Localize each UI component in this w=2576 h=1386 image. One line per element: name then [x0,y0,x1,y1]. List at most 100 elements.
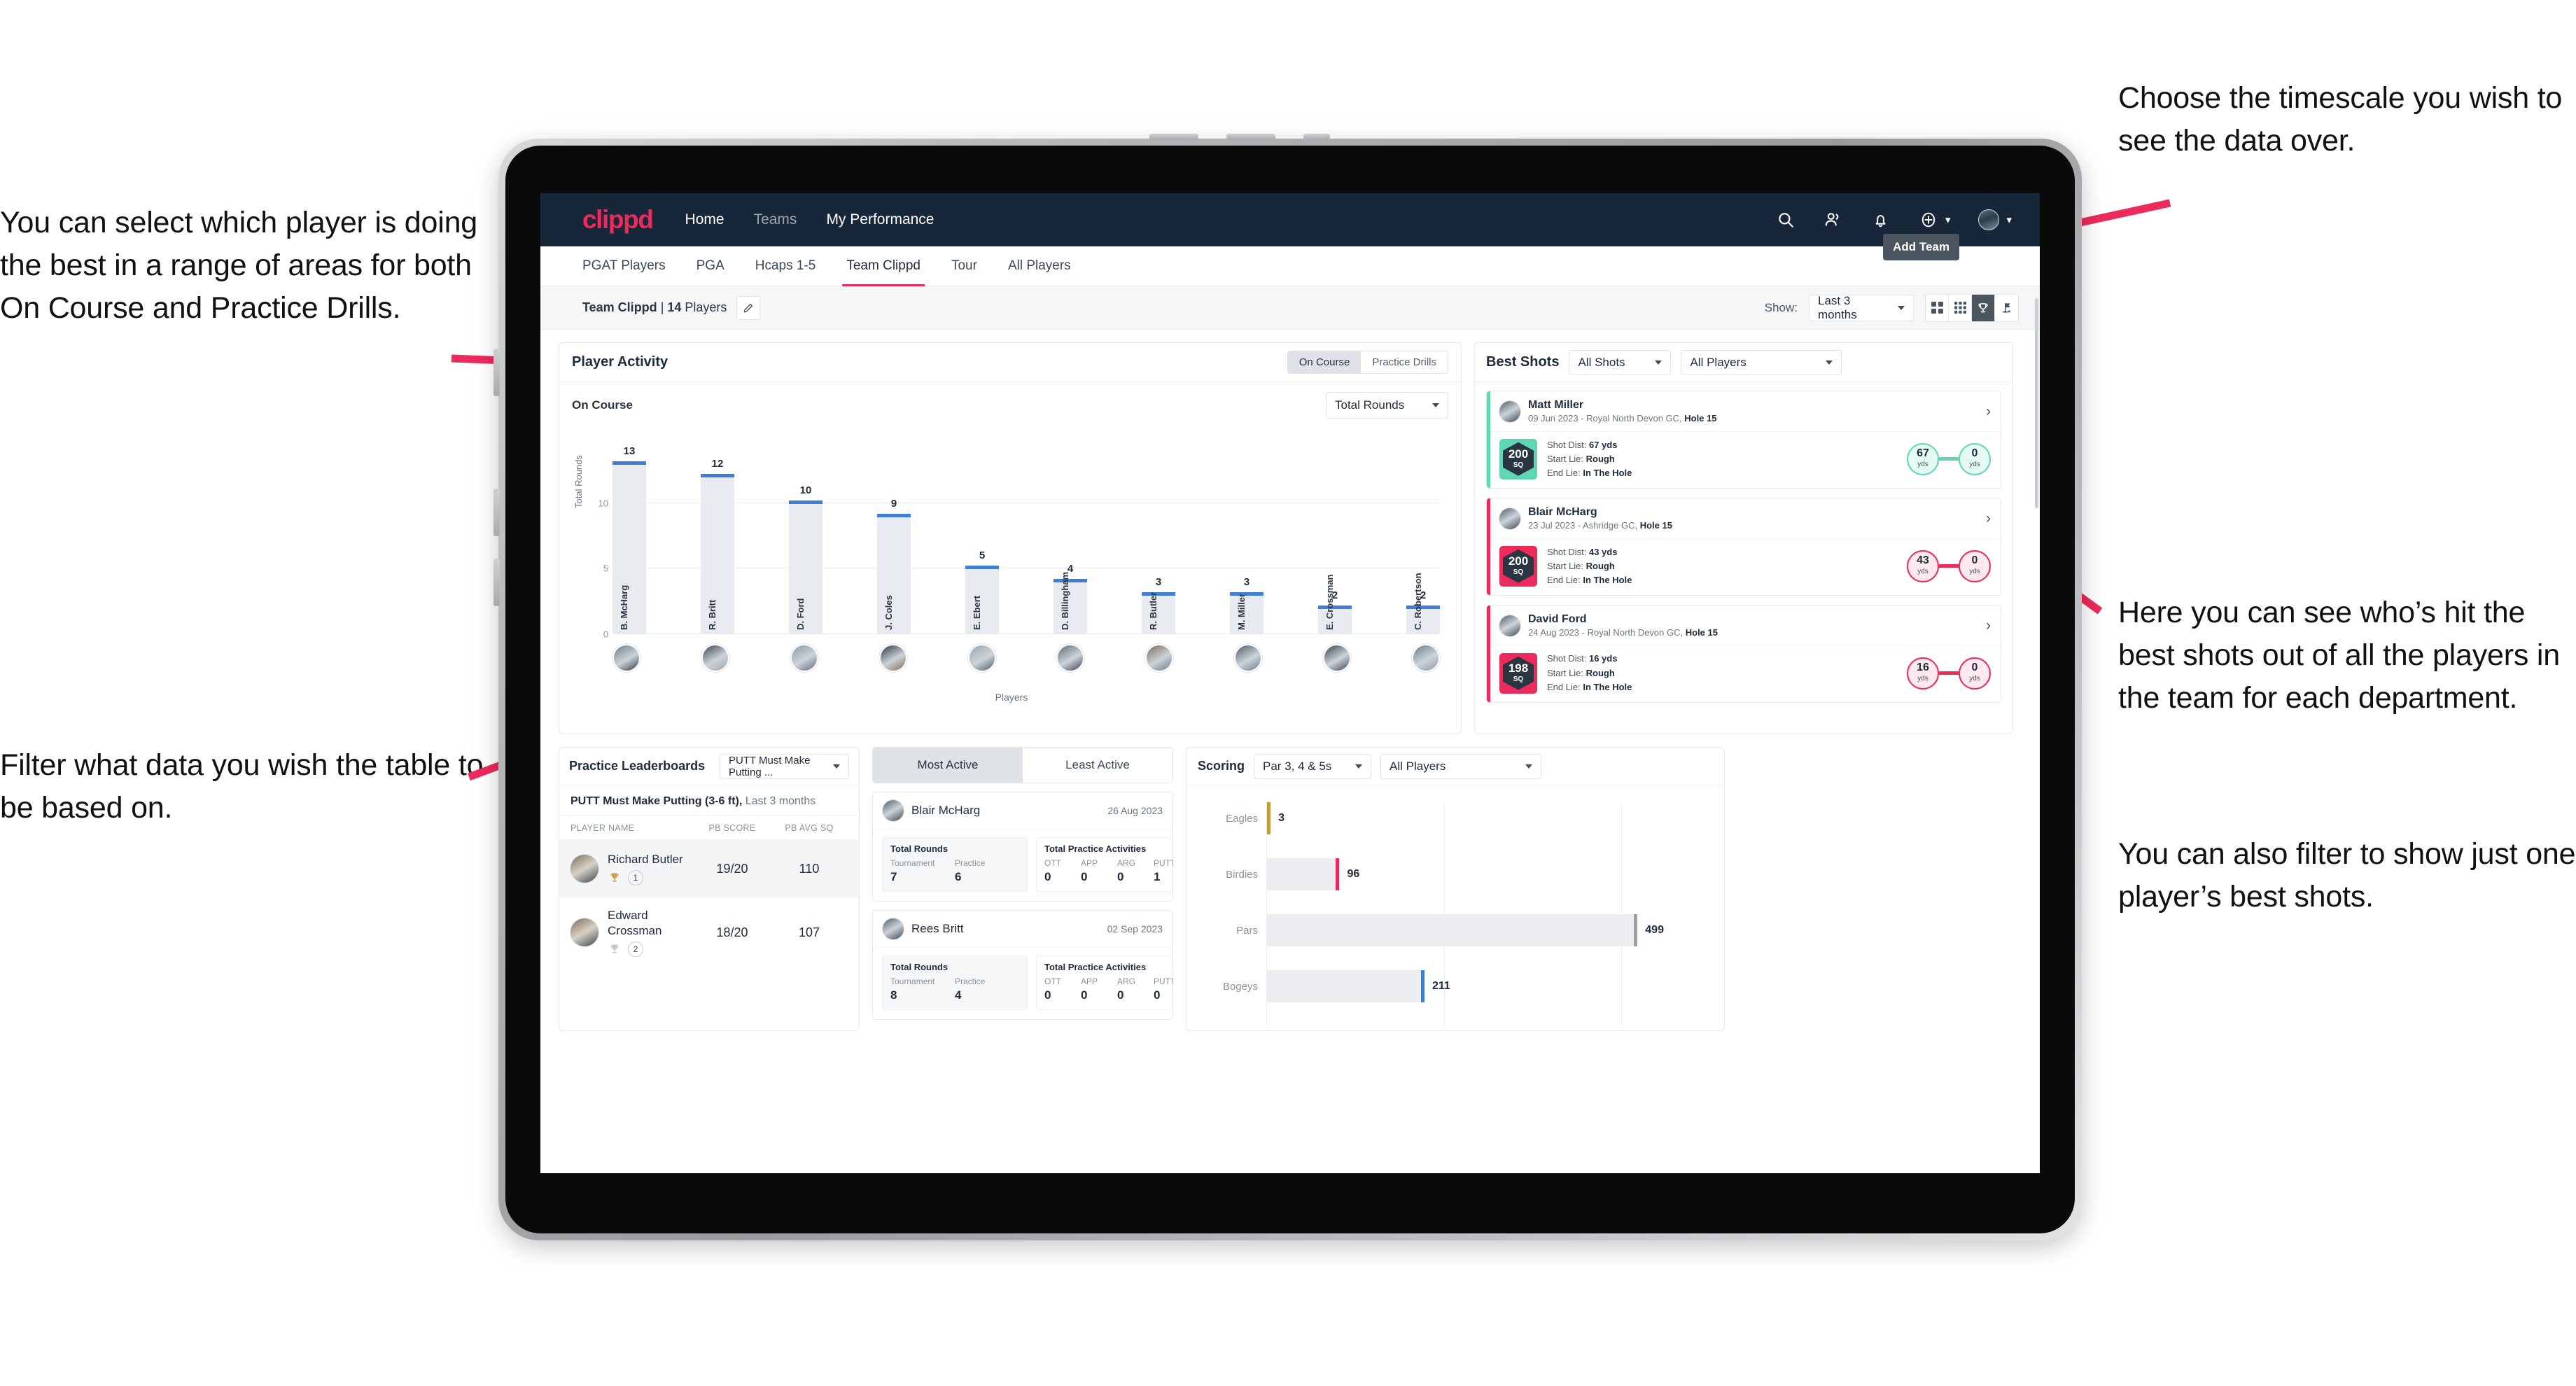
activity-item[interactable]: Rees Britt 02 Sep 2023 Total Rounds Tournam… [872,910,1173,1020]
scoring-rows: Eagles 3 Birdies 96 Pars 499 Bogeys 211 [1223,802,1710,1026]
timescale-select[interactable]: Last 3 months [1809,294,1914,321]
chart-bar[interactable] [701,474,734,634]
best-shot-body: 200 SQ Shot Dist: 43 yds Start Lie: Rough En… [1487,538,2001,595]
people-icon[interactable] [1823,210,1843,230]
practice-stat: PUTT 1 [1154,858,1173,883]
chevron-right-icon[interactable]: › [1986,618,1991,633]
chart-bar[interactable] [1318,605,1352,634]
tab-tour[interactable]: Tour [951,246,977,286]
scoring-row[interactable]: Birdies 96 [1226,858,1359,890]
player-avatar[interactable] [1234,644,1263,672]
chart-bar-column[interactable]: 5 E. Ebert [965,451,999,634]
chart-bar[interactable] [612,461,646,634]
grid-2x2-icon[interactable] [1926,294,1949,321]
start-lie-label: Start Lie: [1547,560,1586,571]
chart-bar[interactable] [1406,605,1440,634]
table-row[interactable]: Richard Butler 1 19/20 110 [559,839,859,898]
scoring-par-filter[interactable]: Par 3, 4 & 5s [1254,753,1372,779]
chart-bar-column[interactable]: 3 M. Miller [1230,451,1264,634]
vertical-scrollbar[interactable] [2035,298,2038,508]
player-avatar [883,800,904,821]
golf-flag-icon[interactable] [1995,295,2018,321]
tab-hcaps-1-5[interactable]: Hcaps 1-5 [755,246,816,286]
chart-bar-value: 9 [890,497,897,510]
drill-select[interactable]: PUTT Must Make Putting ... [720,753,849,779]
chart-bar-label: E. Crossman [1324,574,1335,630]
player-avatar[interactable] [1145,644,1174,672]
player-avatar[interactable] [790,644,818,672]
trophy-icon[interactable] [1972,294,1995,321]
chart-bar[interactable] [1230,592,1264,634]
player-avatar[interactable] [967,644,996,672]
best-shots-player-filter[interactable]: All Players [1681,349,1842,375]
metric-select[interactable]: Total Rounds [1326,392,1448,419]
best-shot-score-badge: 198 SQ [1499,652,1537,694]
best-shot-card[interactable]: David Ford 24 Aug 2023 - Royal North Devo… [1486,604,2001,703]
practice-stat: ARG 0 [1117,976,1136,1002]
tab-most-active[interactable]: Most Active [873,748,1023,783]
chart-bar-column[interactable]: 13 B. McHarg [612,445,646,634]
chevron-right-icon[interactable]: › [1986,511,1991,526]
tab-pgat-players[interactable]: PGAT Players [582,246,666,286]
pencil-icon[interactable] [736,295,761,320]
plus-circle-icon[interactable] [1919,210,1938,230]
chart-bar[interactable] [965,566,999,634]
shot-to-value: 0 [1971,554,1978,567]
player-avatar[interactable] [1056,644,1085,672]
player-avatar[interactable] [612,644,640,672]
on-course-label: On Course [572,398,633,412]
player-avatar[interactable] [1411,644,1440,672]
avatar[interactable] [1978,209,2000,230]
search-icon[interactable] [1776,210,1795,230]
chevron-down-icon-profile[interactable]: ▾ [2006,214,2012,226]
tab-least-active[interactable]: Least Active [1023,748,1172,783]
nav-link-home[interactable]: Home [685,211,724,228]
chart-bar-column[interactable]: 4 D. Billingham [1054,451,1087,634]
player-avatar[interactable] [878,644,907,672]
player-avatar [883,918,904,939]
segment-practice-drills[interactable]: Practice Drills [1361,351,1448,373]
end-lie-line: End Lie: In The Hole [1547,573,1632,587]
chart-bar-column[interactable]: 3 R. Butler [1142,451,1175,634]
chevron-right-icon[interactable]: › [1986,404,1991,419]
table-row[interactable]: Edward Crossman 2 18/20 107 [559,898,859,967]
scoring-row[interactable]: Pars 499 [1236,914,1664,946]
shot-to-value: 0 [1971,447,1978,460]
tab-team-clippd[interactable]: Team Clippd [842,246,925,286]
chart-bar-column[interactable]: 2 E. Crossman [1318,451,1352,634]
player-avatar[interactable] [701,644,729,672]
scoring-row[interactable]: Eagles 3 [1226,802,1284,834]
leaderboard-badges: 1 [608,870,694,886]
chart-bar[interactable] [789,500,822,634]
best-shot-card[interactable]: Blair McHarg 23 Jul 2023 - Ashridge GC, H… [1486,497,2001,596]
scoring-player-filter[interactable]: All Players [1380,753,1542,779]
chart-bar[interactable] [877,513,911,634]
scoring-row[interactable]: Bogeys 211 [1223,970,1450,1002]
chart-bar-column[interactable]: 9 J. Coles [877,451,911,634]
activity-player-name: Rees Britt [911,922,964,935]
tab-pga[interactable]: PGA [696,246,724,286]
chart-bar-column[interactable]: 10 D. Ford [789,451,822,634]
tablet-button-top-2 [1226,134,1275,140]
clippd-logo[interactable]: clippd [582,205,654,234]
chart-bar-column[interactable]: 12 R. Britt [701,451,734,634]
chart-bar[interactable] [1054,579,1087,634]
player-avatar[interactable] [1323,644,1351,672]
chart-bar-column[interactable]: 2 C. Robertson [1406,451,1440,634]
best-shot-card[interactable]: Matt Miller 09 Jun 2023 - Royal North Dev… [1486,391,2001,489]
segment-on-course[interactable]: On Course [1287,351,1362,373]
player-count: 14 [667,300,682,314]
tab-all-players[interactable]: All Players [1008,246,1071,286]
chart-y-tick: 10 [598,498,608,509]
nav-link-my-performance[interactable]: My Performance [826,211,934,228]
activity-item[interactable]: Blair McHarg 26 Aug 2023 Total Rounds Tourn… [872,792,1173,902]
nav-link-teams[interactable]: Teams [754,211,797,228]
start-lie-label: Start Lie: [1547,667,1586,678]
chevron-down-icon-add[interactable]: ▾ [1945,214,1951,226]
best-shots-shot-filter[interactable]: All Shots [1569,349,1672,375]
chart-bar[interactable] [1142,592,1175,634]
bell-icon[interactable] [1871,210,1891,230]
player-activity-subheader: On Course Total Rounds [559,382,1461,419]
best-shot-score-badge: 200 SQ [1499,438,1537,479]
grid-3x3-icon[interactable] [1949,294,1972,321]
